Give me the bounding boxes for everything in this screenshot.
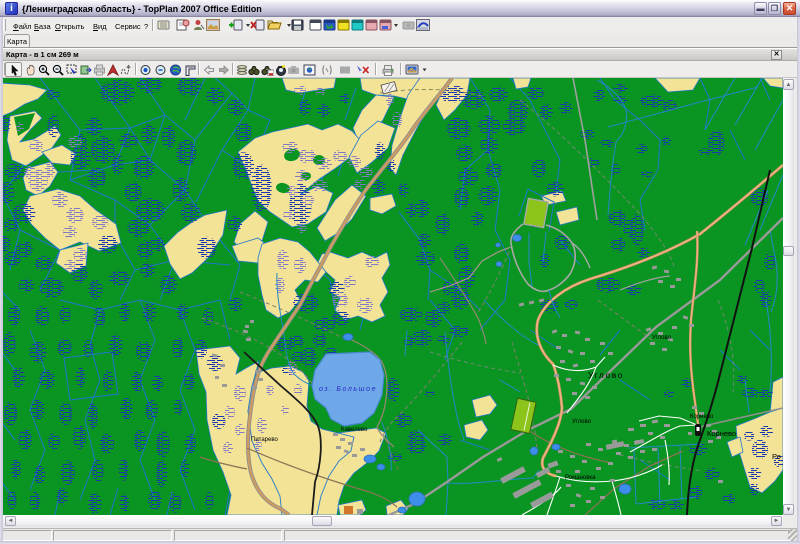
- svg-text:Корнево: Корнево: [707, 429, 736, 438]
- svg-text:Углово: Углово: [572, 419, 592, 425]
- svg-text:оз. Большое: оз. Большое: [319, 386, 377, 393]
- svg-text:Романовка: Романовка: [565, 475, 596, 481]
- svg-text:Корнево: Корнево: [690, 414, 714, 420]
- svg-text:Кавелево: Кавелево: [341, 427, 368, 433]
- svg-text:Ро: Ро: [772, 452, 781, 461]
- svg-text:Углово: Углово: [652, 335, 672, 341]
- svg-text:Питарево: Питарево: [251, 437, 278, 443]
- svg-text:Углово: Углово: [588, 370, 624, 380]
